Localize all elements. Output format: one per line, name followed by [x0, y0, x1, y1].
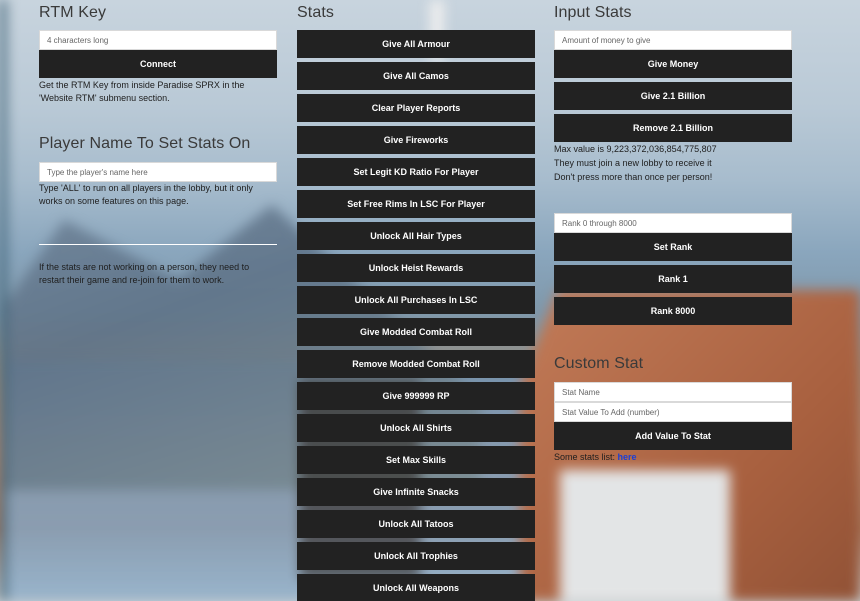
stat-button[interactable]: Set Max Skills — [297, 446, 535, 474]
stat-button[interactable]: Unlock All Trophies — [297, 542, 535, 570]
input-stats-title: Input Stats — [554, 4, 632, 21]
stat-button[interactable]: Give Infinite Snacks — [297, 478, 535, 506]
stat-button[interactable]: Remove Modded Combat Roll — [297, 350, 535, 378]
stat-button[interactable]: Give All Armour — [297, 30, 535, 58]
stat-button[interactable]: Unlock All Tatoos — [297, 510, 535, 538]
section-divider — [39, 244, 277, 245]
player-name-title: Player Name To Set Stats On — [39, 135, 251, 152]
stats-list-prefix: Some stats list: — [554, 452, 616, 462]
restart-note: If the stats are not working on a person… — [39, 262, 250, 285]
remove-billion-button[interactable]: Remove 2.1 Billion — [554, 114, 792, 142]
rank-input[interactable] — [554, 213, 792, 233]
stat-name-input[interactable] — [554, 382, 792, 402]
stats-list-link[interactable]: here — [618, 452, 637, 462]
give-billion-button[interactable]: Give 2.1 Billion — [554, 82, 792, 110]
stat-button[interactable]: Give Fireworks — [297, 126, 535, 154]
stats-title: Stats — [297, 4, 334, 21]
connect-button[interactable]: Connect — [39, 50, 277, 78]
lobby-note: They must join a new lobby to receive it — [554, 158, 712, 168]
stat-button[interactable]: Give All Camos — [297, 62, 535, 90]
stat-button[interactable]: Give 999999 RP — [297, 382, 535, 410]
stat-button[interactable]: Clear Player Reports — [297, 94, 535, 122]
rtm-key-help: Get the RTM Key from inside Paradise SPR… — [39, 80, 245, 103]
stat-button[interactable]: Unlock All Hair Types — [297, 222, 535, 250]
stat-button[interactable]: Give Modded Combat Roll — [297, 318, 535, 346]
stat-button[interactable]: Unlock All Shirts — [297, 414, 535, 442]
stat-button[interactable]: Unlock All Weapons — [297, 574, 535, 601]
money-amount-input[interactable] — [554, 30, 792, 50]
give-money-button[interactable]: Give Money — [554, 50, 792, 78]
stat-button[interactable]: Unlock All Purchases In LSC — [297, 286, 535, 314]
set-rank-button[interactable]: Set Rank — [554, 233, 792, 261]
player-name-input[interactable] — [39, 162, 277, 182]
rank-8000-button[interactable]: Rank 8000 — [554, 297, 792, 325]
custom-stat-title: Custom Stat — [554, 355, 644, 372]
stat-button[interactable]: Set Free Rims In LSC For Player — [297, 190, 535, 218]
stat-button[interactable]: Set Legit KD Ratio For Player — [297, 158, 535, 186]
max-value-note: Max value is 9,223,372,036,854,775,807 — [554, 144, 717, 154]
player-name-help: Type 'ALL' to run on all players in the … — [39, 183, 253, 206]
rank-1-button[interactable]: Rank 1 — [554, 265, 792, 293]
stat-button[interactable]: Unlock Heist Rewards — [297, 254, 535, 282]
rtm-key-title: RTM Key — [39, 4, 107, 21]
stat-value-input[interactable] — [554, 402, 792, 422]
stats-list-note: Some stats list: here — [554, 451, 792, 464]
add-value-button[interactable]: Add Value To Stat — [554, 422, 792, 450]
once-note: Don't press more than once per person! — [554, 172, 713, 182]
rtm-key-input[interactable] — [39, 30, 277, 50]
